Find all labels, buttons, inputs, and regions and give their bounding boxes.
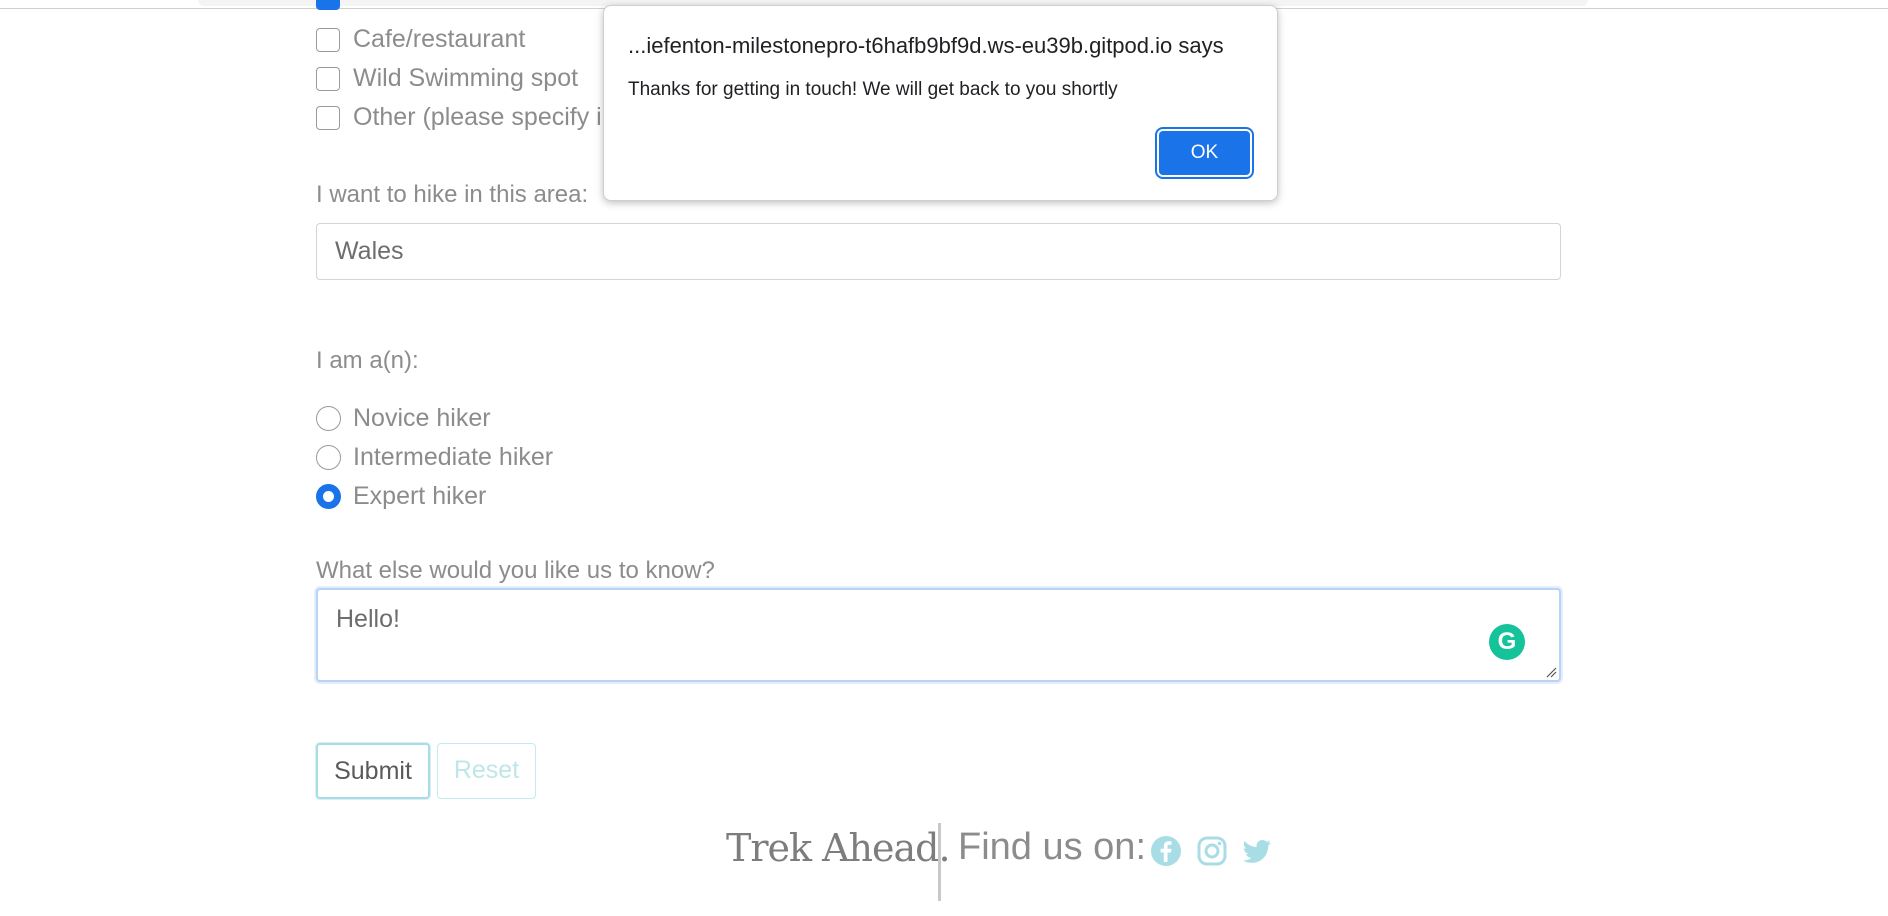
message-label: What else would you like us to know? <box>316 557 715 584</box>
checkbox-label-cafe: Cafe/restaurant <box>353 25 526 53</box>
level-label: I am a(n): <box>316 347 419 374</box>
checkbox-wild-swimming[interactable] <box>316 67 340 91</box>
message-textarea-value: Hello! <box>336 605 400 633</box>
area-input-value: Wales <box>335 237 404 265</box>
submit-button[interactable]: Submit <box>316 743 430 799</box>
area-input[interactable]: Wales <box>316 223 1561 280</box>
checkbox-label-other: Other (please specify in <box>353 103 616 131</box>
footer-divider <box>938 823 941 901</box>
instagram-icon[interactable] <box>1196 835 1228 867</box>
area-label: I want to hike in this area: <box>316 181 589 208</box>
dialog-ok-button[interactable]: OK <box>1155 127 1254 179</box>
checkbox-cafe-restaurant[interactable] <box>316 28 340 52</box>
grammarly-icon[interactable]: G <box>1489 624 1525 660</box>
radio-intermediate[interactable] <box>316 445 341 470</box>
checkbox-other[interactable] <box>316 106 340 130</box>
checkbox-option-0[interactable] <box>316 0 340 10</box>
resize-handle-icon[interactable] <box>1545 666 1557 678</box>
footer-find-us: Find us on: <box>958 826 1146 868</box>
dialog-message: Thanks for getting in touch! We will get… <box>628 79 1118 100</box>
radio-label-expert: Expert hiker <box>353 482 487 510</box>
checkbox-label-wild-swimming: Wild Swimming spot <box>353 64 579 92</box>
radio-novice[interactable] <box>316 406 341 431</box>
alert-dialog: ...iefenton-milestonepro-t6hafb9bf9d.ws-… <box>603 5 1278 201</box>
radio-label-novice: Novice hiker <box>353 404 491 432</box>
dialog-title: ...iefenton-milestonepro-t6hafb9bf9d.ws-… <box>628 33 1224 58</box>
radio-expert[interactable] <box>316 484 341 509</box>
footer-brand: Trek Ahead. <box>726 826 951 870</box>
message-textarea[interactable]: Hello! G <box>316 588 1561 682</box>
reset-button[interactable]: Reset <box>437 743 536 799</box>
radio-label-intermediate: Intermediate hiker <box>353 443 554 471</box>
twitter-icon[interactable] <box>1241 835 1273 867</box>
facebook-icon[interactable] <box>1150 835 1182 867</box>
